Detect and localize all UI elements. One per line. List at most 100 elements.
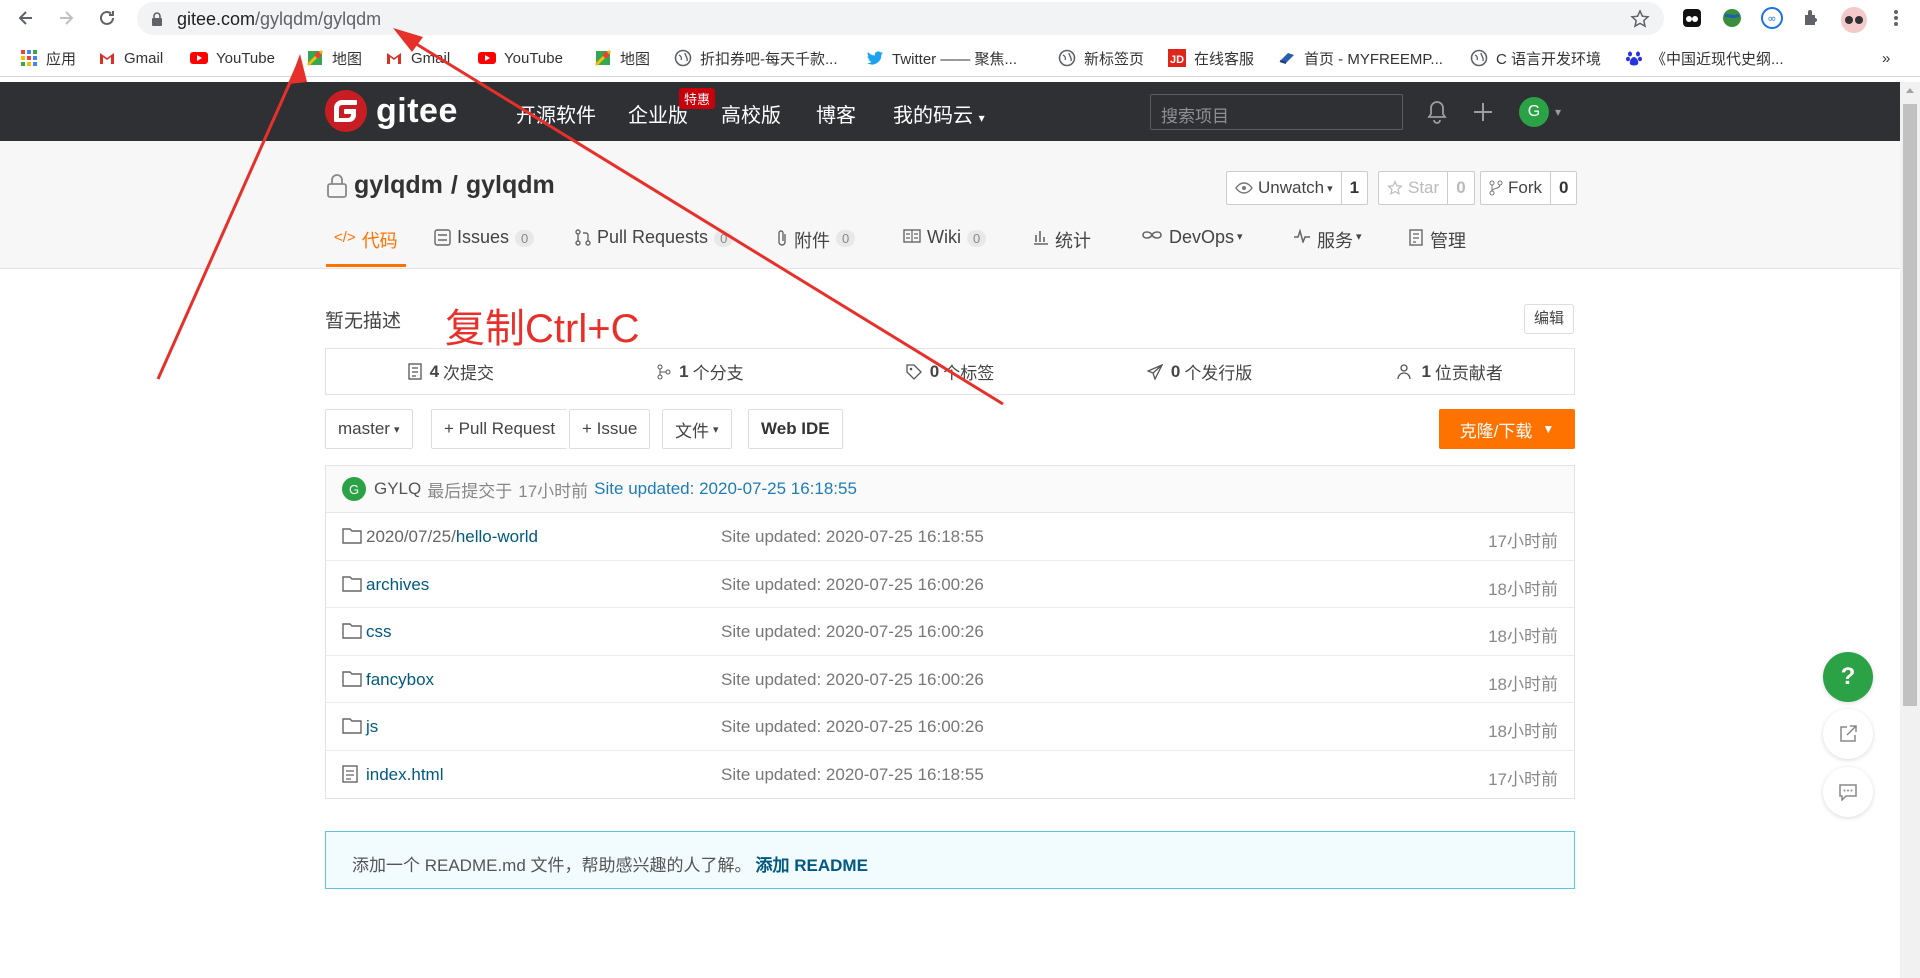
add-readme-link[interactable]: 添加 README xyxy=(756,856,868,875)
bookmark-maps[interactable]: 地图 xyxy=(306,48,362,68)
commit-message[interactable]: Site updated: 2020-07-25 16:18:55 xyxy=(594,479,857,499)
table-row[interactable]: index.html Site updated: 2020-07-25 16:1… xyxy=(326,751,1574,799)
file-commit-message[interactable]: Site updated: 2020-07-25 16:00:26 xyxy=(721,670,984,690)
tab-attachments[interactable]: 附件 0 xyxy=(776,221,856,267)
bookmark-maps-2[interactable]: 地图 xyxy=(594,48,650,68)
star-button[interactable]: Star 0 xyxy=(1378,171,1475,205)
table-row[interactable]: css Site updated: 2020-07-25 16:00:26 18… xyxy=(326,608,1574,656)
nav-blog[interactable]: 博客 xyxy=(816,99,856,128)
bookmark-apps[interactable]: 应用 xyxy=(20,48,76,68)
globe-extension-icon[interactable] xyxy=(1720,6,1744,30)
tab-code[interactable]: </> 代码 xyxy=(326,221,406,267)
stat-contributors[interactable]: 1 位贡献者 xyxy=(1324,349,1574,394)
table-row[interactable]: js Site updated: 2020-07-25 16:00:26 18小… xyxy=(326,703,1574,751)
new-issue-button[interactable]: + Issue xyxy=(569,409,651,449)
table-row[interactable]: fancybox Site updated: 2020-07-25 16:00:… xyxy=(326,656,1574,703)
bookmark-newtab[interactable]: 新标签页 xyxy=(1058,48,1144,68)
tab-wiki[interactable]: Wiki 0 xyxy=(903,221,987,267)
fork-button[interactable]: Fork 0 xyxy=(1480,171,1578,205)
stat-releases[interactable]: 0 个发行版 xyxy=(1075,349,1325,394)
file-commit-message[interactable]: Site updated: 2020-07-25 16:18:55 xyxy=(721,765,984,785)
profile-avatar-icon[interactable] xyxy=(1840,6,1867,33)
folder-icon xyxy=(342,670,362,687)
web-ide-button[interactable]: Web IDE xyxy=(748,409,843,449)
table-row[interactable]: archives Site updated: 2020-07-25 16:00:… xyxy=(326,561,1574,608)
tab-label: Issues xyxy=(457,227,510,247)
file-commit-message[interactable]: Site updated: 2020-07-25 16:00:26 xyxy=(721,575,984,595)
globe-icon xyxy=(674,49,692,67)
feedback-button[interactable] xyxy=(1823,767,1873,817)
tab-issues[interactable]: Issues 0 xyxy=(434,221,535,267)
unwatch-button[interactable]: Unwatch ▾ 1 xyxy=(1226,171,1369,205)
tab-services[interactable]: 服务 ▾ xyxy=(1293,221,1362,267)
forward-icon[interactable] xyxy=(56,8,76,28)
file-commit-message[interactable]: Site updated: 2020-07-25 16:18:55 xyxy=(721,527,984,547)
extension-icon[interactable] xyxy=(1680,6,1704,30)
page-scrollbar[interactable] xyxy=(1900,82,1920,978)
bookmark-gmail-2[interactable]: Gmail xyxy=(385,48,450,68)
bookmark-myfreemp[interactable]: 首页 - MYFREEMP... xyxy=(1278,48,1443,68)
bookmark-coupon[interactable]: 折扣券吧-每天千款... xyxy=(674,48,838,68)
file-commit-message[interactable]: Site updated: 2020-07-25 16:00:26 xyxy=(721,622,984,642)
bookmark-youtube-2[interactable]: YouTube xyxy=(478,48,563,68)
browser-menu-icon[interactable] xyxy=(1884,6,1908,30)
branch-select[interactable]: master ▾ xyxy=(325,409,413,449)
repo-name-link[interactable]: gylqdm xyxy=(466,171,555,200)
reload-icon[interactable] xyxy=(97,8,117,28)
address-bar[interactable]: gitee.com/gylqdm/gylqdm xyxy=(137,2,1664,35)
file-name-link[interactable]: fancybox xyxy=(366,670,434,690)
folder-icon xyxy=(342,575,362,592)
stat-commits[interactable]: 4 次提交 xyxy=(326,349,576,394)
user-menu[interactable]: G ▾ xyxy=(1519,97,1561,127)
files-dropdown[interactable]: 文件 ▾ xyxy=(662,409,732,449)
bookmarks-overflow[interactable]: » xyxy=(1882,48,1890,68)
stat-tags[interactable]: 0 个标签 xyxy=(825,349,1075,394)
search-input[interactable]: 搜索项目 xyxy=(1150,94,1403,130)
bookmark-youtube[interactable]: YouTube xyxy=(190,48,275,68)
file-name-link[interactable]: css xyxy=(366,622,392,642)
star-count[interactable]: 0 xyxy=(1447,172,1473,204)
nav-my-gitee[interactable]: 我的码云 ▾ xyxy=(893,99,985,128)
bookmark-label: 地图 xyxy=(620,50,651,68)
commit-author[interactable]: GYLQ xyxy=(374,479,421,499)
edit-description-button[interactable]: 编辑 xyxy=(1524,304,1574,334)
help-button[interactable]: ? xyxy=(1823,652,1873,702)
repo-owner-link[interactable]: gylqdm xyxy=(354,171,443,200)
tab-pull-requests[interactable]: Pull Requests 0 xyxy=(575,221,734,267)
tab-manage[interactable]: 管理 xyxy=(1409,221,1466,267)
avatar[interactable]: G xyxy=(342,477,366,501)
file-name-link[interactable]: index.html xyxy=(366,765,443,785)
nav-open-source[interactable]: 开源软件 xyxy=(516,99,596,128)
repo-description: 暂无描述 xyxy=(325,311,402,332)
file-name-link[interactable]: 2020/07/25/hello-world xyxy=(366,527,538,547)
scroll-up-arrow-icon[interactable] xyxy=(1906,88,1914,93)
bookmark-gmail[interactable]: Gmail xyxy=(98,48,163,68)
clone-download-button[interactable]: 克隆/下载 ▼ xyxy=(1439,409,1575,449)
stat-label: 次提交 xyxy=(443,364,495,383)
bookmark-jd[interactable]: JD 在线客服 xyxy=(1168,48,1254,68)
watch-count[interactable]: 1 xyxy=(1340,172,1367,204)
tab-devops[interactable]: DevOps ▾ xyxy=(1141,221,1243,267)
table-row[interactable]: 2020/07/25/hello-world Site updated: 202… xyxy=(326,513,1574,561)
share-button[interactable] xyxy=(1823,709,1873,759)
bookmark-history[interactable]: 《中国近现代史纲... xyxy=(1625,48,1784,68)
infinity-extension-icon[interactable]: ∞ xyxy=(1760,6,1784,30)
gitee-logo[interactable]: gitee xyxy=(325,90,458,132)
file-name-link[interactable]: archives xyxy=(366,575,429,595)
bookmark-twitter[interactable]: Twitter —— 聚焦... xyxy=(866,48,1017,68)
puzzle-extensions-icon[interactable] xyxy=(1800,6,1824,30)
file-name-link[interactable]: js xyxy=(366,717,378,737)
bell-icon[interactable] xyxy=(1426,100,1448,124)
bookmark-star-icon[interactable] xyxy=(1630,9,1650,29)
stat-branches[interactable]: 1 个分支 xyxy=(576,349,826,394)
url-path: /gylqdm/gylqdm xyxy=(255,9,382,29)
plus-icon[interactable] xyxy=(1472,101,1494,123)
tab-statistics[interactable]: 统计 xyxy=(1033,221,1091,267)
bookmark-c-env[interactable]: C 语言开发环境 xyxy=(1470,48,1601,68)
new-pull-request-button[interactable]: + Pull Request xyxy=(431,409,568,449)
file-commit-message[interactable]: Site updated: 2020-07-25 16:00:26 xyxy=(721,717,984,737)
fork-count[interactable]: 0 xyxy=(1550,172,1576,204)
nav-education[interactable]: 高校版 xyxy=(721,99,781,128)
back-icon[interactable] xyxy=(16,8,36,28)
scrollbar-thumb[interactable] xyxy=(1903,104,1917,706)
